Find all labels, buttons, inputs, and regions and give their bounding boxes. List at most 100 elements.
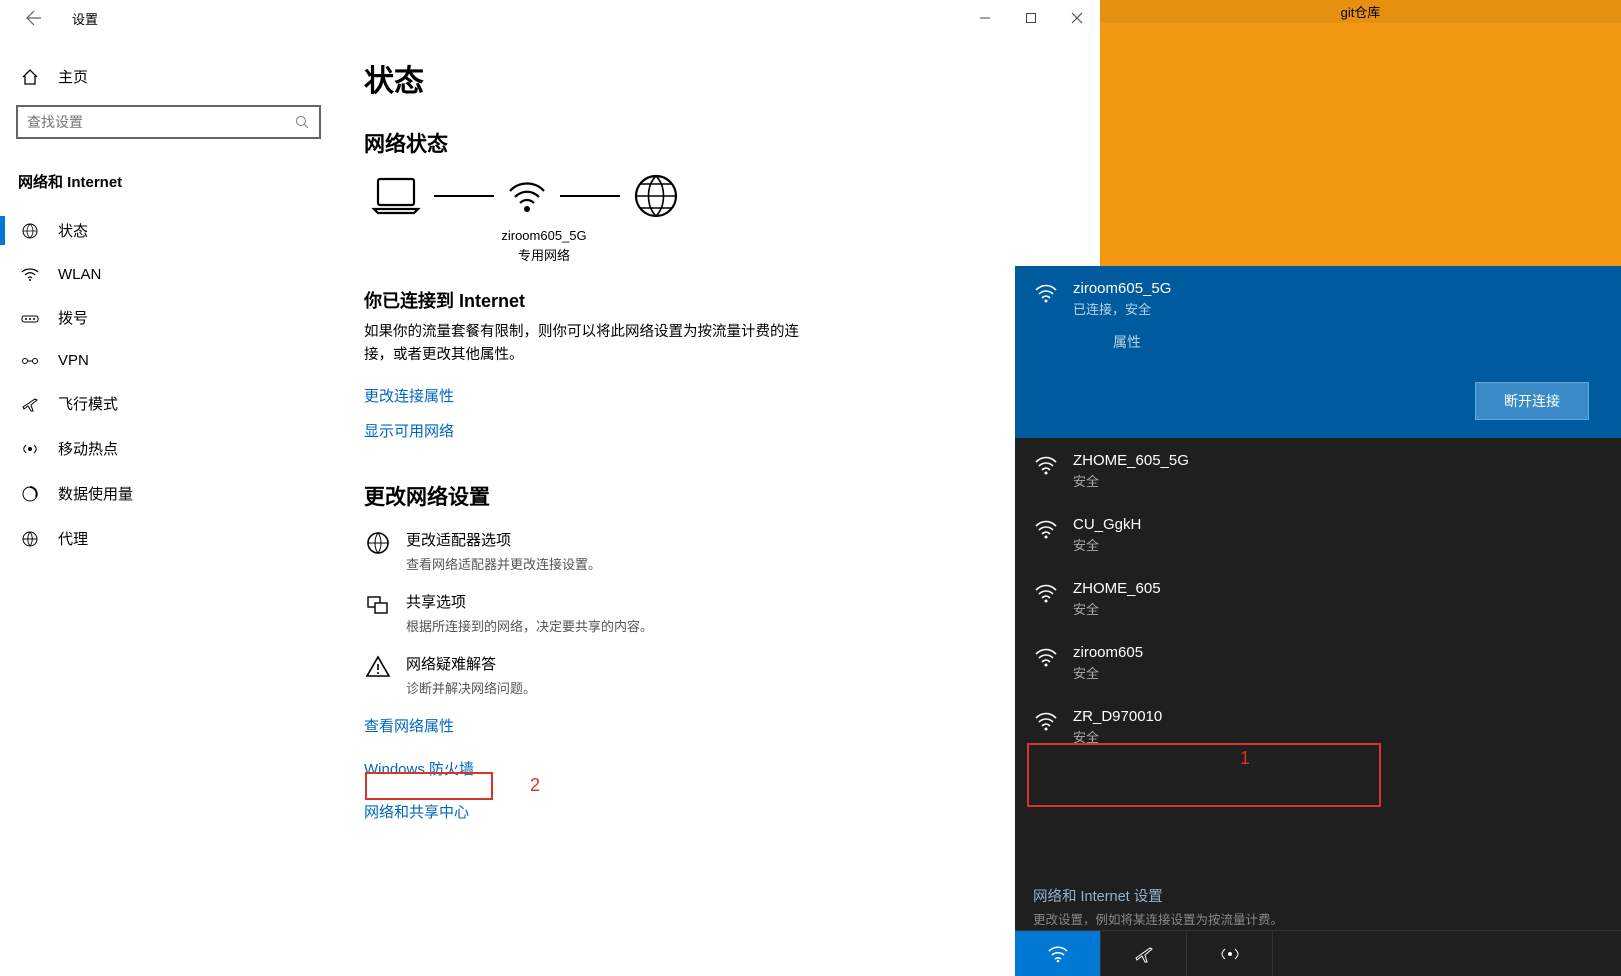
change-settings-heading: 更改网络设置 — [364, 481, 1076, 511]
connected-desc: 如果你的流量套餐有限制，则你可以将此网络设置为按流量计费的连接，或者更改其他属性… — [364, 321, 804, 367]
network-sharing-center-link[interactable]: 网络和共享中心 — [364, 801, 1076, 822]
diagram-ssid: ziroom605_5G — [484, 226, 604, 246]
nav-airplane[interactable]: 飞行模式 — [16, 381, 340, 426]
network-sub: 安全 — [1073, 663, 1603, 682]
network-item[interactable]: ZR_D970010 安全 — [1015, 694, 1621, 758]
wifi-icon — [1033, 580, 1059, 606]
vpn-icon — [20, 354, 40, 368]
sidebar: 主页 网络和 Internet 状态 WLAN 拨号 VPN — [0, 36, 340, 976]
nav-hotspot[interactable]: 移动热点 — [16, 426, 340, 471]
wifi-icon — [1033, 280, 1059, 306]
footer-link-desc: 更改设置，例如将某连接设置为按流量计费。 — [1033, 909, 1603, 928]
search-input[interactable] — [27, 114, 295, 130]
window-title: 设置 — [72, 9, 98, 28]
search-box[interactable] — [16, 105, 321, 139]
background-window-title: git仓库 — [1100, 0, 1621, 23]
nav-label: 移动热点 — [58, 438, 118, 459]
adapter-icon — [364, 529, 392, 557]
annotation-label-2: 2 — [530, 775, 540, 796]
dialup-icon — [20, 311, 40, 325]
page-title: 状态 — [364, 56, 1076, 100]
show-available-networks-link[interactable]: 显示可用网络 — [364, 420, 1076, 441]
troubleshoot[interactable]: 网络疑难解答 诊断并解决网络问题。 — [364, 653, 1076, 697]
network-status-heading: 网络状态 — [364, 128, 1076, 158]
diagram-nettype: 专用网络 — [484, 246, 604, 266]
diagram-line — [560, 195, 620, 197]
hotspot-toggle[interactable] — [1187, 931, 1273, 976]
flyout-bottom-bar — [1015, 930, 1621, 976]
close-button[interactable] — [1054, 0, 1100, 36]
diagram-line — [434, 195, 494, 197]
network-name: ziroom605_5G — [1073, 280, 1603, 297]
home-link[interactable]: 主页 — [16, 56, 340, 105]
network-settings-link[interactable]: 网络和 Internet 设置 更改设置，例如将某连接设置为按流量计费。 — [1015, 873, 1621, 930]
network-list[interactable]: ziroom605_5G 已连接，安全 属性 断开连接 ZHOME_605_5G… — [1015, 266, 1621, 873]
adapter-options[interactable]: 更改适配器选项 查看网络适配器并更改连接设置。 — [364, 529, 1076, 573]
network-diagram — [370, 172, 1076, 220]
view-network-props-link[interactable]: 查看网络属性 — [364, 715, 1076, 736]
network-flyout: ziroom605_5G 已连接，安全 属性 断开连接 ZHOME_605_5G… — [1015, 266, 1621, 976]
network-sub: 安全 — [1073, 599, 1603, 618]
network-sub: 安全 — [1073, 535, 1603, 554]
sharing-icon — [364, 591, 392, 619]
wifi-icon — [1033, 516, 1059, 542]
option-title: 共享选项 — [406, 591, 653, 612]
home-label: 主页 — [58, 66, 88, 87]
option-title: 更改适配器选项 — [406, 529, 601, 550]
windows-firewall-link[interactable]: Windows 防火墙 — [364, 758, 1076, 779]
titlebar: 设置 — [0, 0, 1100, 36]
option-title: 网络疑难解答 — [406, 653, 536, 674]
footer-link-title: 网络和 Internet 设置 — [1033, 885, 1603, 906]
network-item[interactable]: ZHOME_605安全 — [1015, 566, 1621, 630]
settings-window: 设置 主页 网络和 Internet 状态 WLAN — [0, 0, 1100, 976]
network-status: 已连接，安全 — [1073, 299, 1603, 318]
nav-label: 数据使用量 — [58, 483, 133, 504]
wifi-toggle[interactable] — [1015, 931, 1101, 976]
nav-proxy[interactable]: 代理 — [16, 516, 340, 561]
annotation-label-1: 1 — [1240, 748, 1250, 769]
network-sub: 安全 — [1073, 727, 1603, 746]
proxy-icon — [20, 530, 40, 548]
background-window: git仓库 — [1100, 0, 1621, 266]
nav-wlan[interactable]: WLAN — [16, 253, 340, 295]
content-area: 状态 网络状态 ziroom605_5G 专用网络 你已连接到 Internet… — [340, 36, 1100, 976]
network-item[interactable]: CU_GgkH安全 — [1015, 502, 1621, 566]
back-button[interactable] — [16, 0, 52, 36]
wifi-icon — [1033, 452, 1059, 478]
laptop-icon — [370, 175, 422, 217]
connected-title: 你已连接到 Internet — [364, 287, 1076, 313]
network-name: ZR_D970010 — [1073, 708, 1603, 725]
nav-label: VPN — [58, 352, 89, 369]
disconnect-button[interactable]: 断开连接 — [1475, 382, 1589, 420]
nav-vpn[interactable]: VPN — [16, 340, 340, 381]
network-item-connected[interactable]: ziroom605_5G 已连接，安全 属性 断开连接 — [1015, 266, 1621, 438]
nav-label: 代理 — [58, 528, 88, 549]
home-icon — [20, 68, 40, 86]
nav-dialup[interactable]: 拨号 — [16, 295, 340, 340]
change-connection-props-link[interactable]: 更改连接属性 — [364, 385, 1076, 406]
nav-datausage[interactable]: 数据使用量 — [16, 471, 340, 516]
network-name: ziroom605 — [1073, 644, 1603, 661]
maximize-button[interactable] — [1008, 0, 1054, 36]
network-properties-link[interactable]: 属性 — [1113, 332, 1603, 352]
search-icon — [295, 115, 310, 130]
data-usage-icon — [20, 485, 40, 503]
network-sub: 安全 — [1073, 471, 1603, 490]
minimize-button[interactable] — [962, 0, 1008, 36]
option-desc: 查看网络适配器并更改连接设置。 — [406, 554, 601, 573]
globe-icon — [632, 172, 680, 220]
network-options-list: 更改适配器选项 查看网络适配器并更改连接设置。 共享选项 根据所连接到的网络，决… — [364, 529, 1076, 697]
sharing-options[interactable]: 共享选项 根据所连接到的网络，决定要共享的内容。 — [364, 591, 1076, 635]
airplane-icon — [20, 395, 40, 413]
nav-status[interactable]: 状态 — [16, 208, 340, 253]
nav-label: 拨号 — [58, 307, 88, 328]
airplane-toggle[interactable] — [1101, 931, 1187, 976]
network-name: ZHOME_605_5G — [1073, 452, 1603, 469]
nav-label: WLAN — [58, 266, 101, 283]
network-item[interactable]: ZHOME_605_5G 安全 — [1015, 438, 1621, 502]
diagram-caption: ziroom605_5G 专用网络 — [484, 226, 604, 265]
network-item[interactable]: ziroom605 安全 — [1015, 630, 1621, 694]
wifi-icon — [1033, 708, 1059, 734]
wifi-router-icon — [506, 175, 548, 217]
sidebar-heading: 网络和 Internet — [16, 161, 340, 208]
